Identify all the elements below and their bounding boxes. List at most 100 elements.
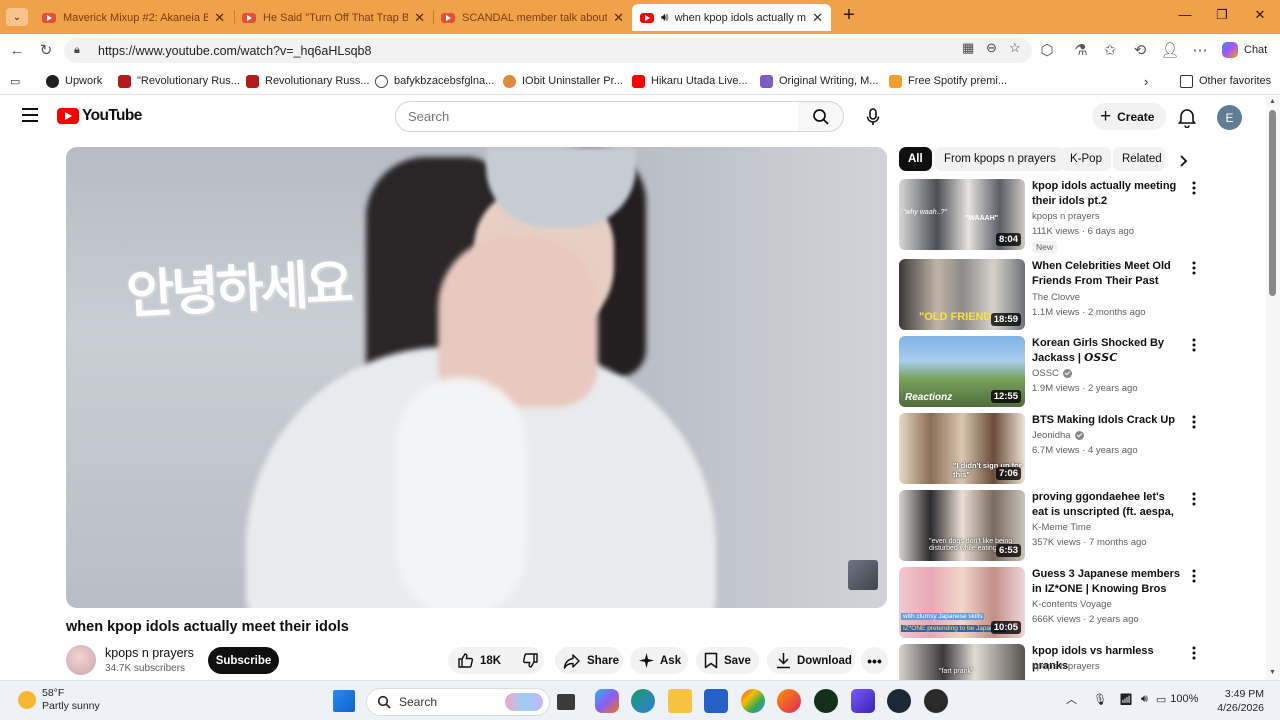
- site-info-icon[interactable]: 🔒︎: [74, 44, 88, 57]
- scrollbar-thumb[interactable]: [1269, 110, 1276, 296]
- channel-name[interactable]: The Clovve: [1032, 292, 1080, 303]
- close-tab-icon[interactable]: ✕: [812, 10, 823, 26]
- favorite-star-icon[interactable]: ☆: [1009, 40, 1021, 56]
- taskbar-clock[interactable]: 3:49 PM 4/26/2026: [1202, 687, 1264, 715]
- history-icon[interactable]: ⟲: [1129, 40, 1151, 62]
- app-icon[interactable]: [851, 689, 875, 713]
- video-player[interactable]: 안녕하세요: [66, 147, 887, 608]
- chip-from-channel[interactable]: From kpops n prayers: [935, 147, 1065, 171]
- recommended-video[interactable]: "even dogs don't like being disturbed wh…: [899, 490, 1199, 562]
- more-options-icon[interactable]: ⋯: [1189, 40, 1211, 62]
- browser-tab-2[interactable]: He Said "Turn Off That Trap Beat" ✕: [234, 4, 433, 31]
- page-scrollbar[interactable]: ▲ ▼: [1266, 96, 1280, 680]
- favorites-icon[interactable]: ✩: [1099, 40, 1121, 62]
- close-tab-icon[interactable]: ✕: [414, 10, 425, 26]
- channel-avatar[interactable]: [66, 645, 96, 675]
- scroll-down-arrow-icon[interactable]: ▼: [1269, 669, 1276, 676]
- browser-essentials-icon[interactable]: ⚗: [1070, 40, 1092, 62]
- chevron-right-icon[interactable]: [1174, 152, 1192, 170]
- browser-tab-4-active[interactable]: 🔊︎ when kpop idols actually mee ✕: [632, 4, 831, 31]
- more-vertical-icon[interactable]: [1189, 415, 1199, 429]
- bookmark-revolutionary-1[interactable]: "Revolutionary Rus...: [118, 73, 240, 89]
- video-thumbnail[interactable]: with clumsy Japanese skills IZ*ONE prete…: [899, 567, 1025, 638]
- more-vertical-icon[interactable]: [1189, 569, 1199, 583]
- app-available-icon[interactable]: ▦: [962, 40, 974, 56]
- chrome-icon[interactable]: [741, 689, 765, 713]
- task-view-icon[interactable]: [557, 694, 575, 710]
- search-input[interactable]: Search: [395, 101, 799, 132]
- recommended-video[interactable]: Reactionz 12:55 Korean Girls Shocked By …: [899, 336, 1199, 408]
- address-bar[interactable]: 🔒︎ https://www.youtube.com/watch?v=_hq6a…: [64, 38, 1032, 63]
- channel-name[interactable]: kpops n prayers: [1032, 661, 1100, 672]
- steam-icon[interactable]: [887, 689, 911, 713]
- bookmark-bafy[interactable]: bafykbzacebsfglna...: [375, 73, 494, 89]
- more-vertical-icon[interactable]: [1189, 646, 1199, 660]
- recommended-video[interactable]: "fart prank" kpop idols vs harmless pran…: [899, 644, 1199, 680]
- subscribe-button[interactable]: Subscribe: [208, 647, 279, 674]
- bookmark-upwork[interactable]: Upwork: [46, 73, 102, 89]
- channel-name[interactable]: kpops n prayers: [1032, 211, 1100, 222]
- edge-browser-icon[interactable]: [631, 689, 655, 713]
- more-vertical-icon[interactable]: [1189, 261, 1199, 275]
- bookmark-iobit[interactable]: IObit Uninstaller Pr...: [503, 73, 623, 89]
- save-button[interactable]: Save: [696, 647, 759, 674]
- microphone-tray-icon[interactable]: 🎙︎: [1093, 693, 1107, 706]
- close-tab-icon[interactable]: ✕: [613, 10, 624, 26]
- close-window-button[interactable]: ✕: [1250, 7, 1270, 27]
- bookmarks-overflow-chevron-icon[interactable]: ›: [1144, 73, 1148, 89]
- tray-overflow-chevron-icon[interactable]: ︿: [1066, 691, 1077, 707]
- browser-tab-3[interactable]: SCANDAL member talk about Mar ✕: [433, 4, 632, 31]
- firefox-icon[interactable]: [777, 689, 801, 713]
- like-button[interactable]: 18K: [457, 652, 512, 669]
- speaker-playing-icon[interactable]: 🔊︎: [661, 10, 669, 25]
- file-explorer-icon[interactable]: [668, 689, 692, 713]
- search-button[interactable]: [798, 101, 844, 132]
- download-button[interactable]: Download: [767, 647, 855, 674]
- video-thumbnail[interactable]: "OLD FRIEND 18:59: [899, 259, 1025, 330]
- profile-icon[interactable]: 👤︎: [1159, 40, 1181, 62]
- video-thumbnail[interactable]: "why waah..?" "WAAAH" 8:04: [899, 179, 1025, 250]
- maximize-button[interactable]: ❐: [1212, 7, 1232, 27]
- account-avatar[interactable]: E: [1217, 105, 1242, 130]
- refresh-icon[interactable]: ↻: [35, 40, 57, 62]
- voice-search-button[interactable]: [858, 101, 888, 132]
- upwork-app-icon[interactable]: [814, 689, 838, 713]
- create-button[interactable]: + Create: [1092, 103, 1167, 130]
- close-tab-icon[interactable]: ✕: [214, 10, 225, 26]
- back-arrow-icon[interactable]: ←: [6, 40, 28, 62]
- copilot-app-icon[interactable]: [595, 689, 619, 713]
- tab-actions-menu-button[interactable]: ⌄: [6, 8, 28, 26]
- other-favorites-folder[interactable]: Other favorites: [1180, 73, 1271, 89]
- channel-name[interactable]: K-contents Voyage: [1032, 599, 1112, 610]
- dislike-button[interactable]: [522, 652, 545, 669]
- start-windows-icon[interactable]: [333, 690, 355, 712]
- recommended-video[interactable]: "I didn't sign up for this" 7:06 BTS Mak…: [899, 413, 1199, 485]
- battery-icon[interactable]: ▭: [1156, 693, 1166, 706]
- zoom-icon[interactable]: ⊖: [986, 40, 997, 56]
- chip-kpop[interactable]: K-Pop: [1061, 147, 1111, 171]
- wifi-icon[interactable]: 📶︎: [1119, 693, 1133, 706]
- recommended-video[interactable]: "OLD FRIEND 18:59 When Celebrities Meet …: [899, 259, 1199, 331]
- notifications-bell-icon[interactable]: [1176, 106, 1198, 128]
- video-thumbnail[interactable]: "I didn't sign up for this" 7:06: [899, 413, 1025, 484]
- chip-related[interactable]: Related: [1113, 147, 1165, 171]
- minimize-button[interactable]: —: [1175, 7, 1195, 27]
- more-vertical-icon[interactable]: [1189, 338, 1199, 352]
- bookmark-hikaru[interactable]: Hikaru Utada Live...: [632, 73, 748, 89]
- share-button[interactable]: Share: [555, 647, 623, 674]
- video-thumbnail[interactable]: "even dogs don't like being disturbed wh…: [899, 490, 1025, 561]
- channel-name[interactable]: Jeonidha: [1032, 430, 1084, 441]
- bookmark-original-writing[interactable]: Original Writing, M...: [760, 73, 878, 89]
- channel-name[interactable]: kpops n prayers: [105, 646, 194, 660]
- reading-list-icon[interactable]: ▭: [10, 73, 20, 89]
- scroll-up-arrow-icon[interactable]: ▲: [1269, 98, 1276, 105]
- menu-hamburger-icon[interactable]: [22, 108, 38, 122]
- microsoft-store-icon[interactable]: [704, 689, 728, 713]
- more-actions-button[interactable]: •••: [861, 647, 888, 674]
- more-vertical-icon[interactable]: [1189, 492, 1199, 506]
- bookmark-revolutionary-2[interactable]: Revolutionary Russ...: [246, 73, 370, 89]
- video-thumbnail[interactable]: "fart prank": [899, 644, 1025, 680]
- chip-all[interactable]: All: [899, 147, 932, 171]
- browser-tab-1[interactable]: Maverick Mixup #2: Akaneia Build ✕: [34, 4, 233, 31]
- bookmark-spotify[interactable]: Free Spotify premi...: [889, 73, 1007, 89]
